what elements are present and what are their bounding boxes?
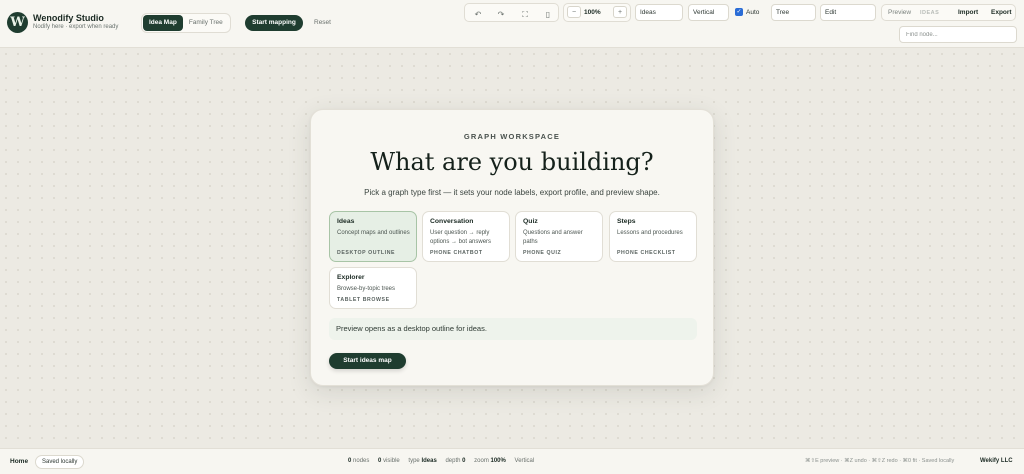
graph-option-steps[interactable]: Steps Lessons and procedures PHONE CHECK… xyxy=(609,211,697,262)
preview-button[interactable]: Preview xyxy=(888,9,911,16)
option-title: Quiz xyxy=(523,218,538,225)
history-tools: ↶ ↷ ⛶ ▯ xyxy=(464,3,559,22)
preview-export-group: Preview IDEAS Import Export xyxy=(881,4,1016,21)
mode-tabs: Idea Map Family Tree xyxy=(141,13,231,33)
option-tag: TABLET BROWSE xyxy=(337,297,390,303)
tab-family-tree[interactable]: Family Tree xyxy=(183,15,229,31)
saved-status-badge: Saved locally xyxy=(35,455,85,469)
option-description: Concept maps and outlines xyxy=(337,230,410,236)
preview-note: Preview opens as a desktop outline for i… xyxy=(329,318,697,340)
dialog-subtitle: Pick a graph type first — it sets your n… xyxy=(364,188,660,197)
import-button[interactable]: Import xyxy=(958,9,978,16)
start-mapping-button[interactable]: Start mapping xyxy=(245,15,303,31)
dialog-eyebrow: GRAPH WORKSPACE xyxy=(463,132,561,141)
nodes-label: nodes xyxy=(353,458,370,464)
graph-type-select[interactable]: Ideas xyxy=(635,4,683,21)
edit-mode-select[interactable]: Edit xyxy=(820,4,876,21)
graph-option-conversation[interactable]: Conversation User question → reply optio… xyxy=(422,211,510,262)
type-label: type xyxy=(408,458,420,464)
option-title: Ideas xyxy=(337,218,355,225)
option-description: User question → reply options → bot answ… xyxy=(430,230,492,245)
layout-select[interactable]: Tree xyxy=(771,4,816,21)
visible-label: visible xyxy=(383,458,400,464)
auto-layout-label: Auto xyxy=(746,9,760,16)
app-subtitle: Nodify here · export when ready xyxy=(33,24,119,30)
graph-option-quiz[interactable]: Quiz Questions and answer paths PHONE QU… xyxy=(515,211,603,262)
option-title: Conversation xyxy=(430,218,474,225)
option-description: Lessons and procedures xyxy=(617,230,683,236)
brand-label: Wekify LLC xyxy=(980,458,1013,464)
export-button[interactable]: Export xyxy=(991,9,1012,16)
zoom-out-icon[interactable]: − xyxy=(567,6,581,18)
option-title: Steps xyxy=(617,218,636,225)
graph-type-dialog: GRAPH WORKSPACE What are you building? P… xyxy=(310,109,714,386)
home-link[interactable]: Home xyxy=(10,458,28,465)
option-title: Explorer xyxy=(337,274,365,281)
visible-count: 0 xyxy=(378,458,382,464)
option-tag: PHONE QUIZ xyxy=(523,250,562,256)
option-tag: PHONE CHECKLIST xyxy=(617,250,676,256)
status-bar: Home Saved locally 0 nodes 0 visible typ… xyxy=(0,448,1024,474)
option-tag: PHONE CHATBOT xyxy=(430,250,483,256)
mobile-preview-icon[interactable]: ▯ xyxy=(539,8,557,22)
redo-icon[interactable]: ↷ xyxy=(492,8,510,22)
zoom-level: 100% xyxy=(584,9,601,16)
orientation-status: Vertical xyxy=(514,458,535,464)
auto-layout-checkbox[interactable]: ✓ xyxy=(735,8,743,16)
app-title: Wenodify Studio xyxy=(33,13,104,23)
orientation-select[interactable]: Vertical xyxy=(688,4,729,21)
option-description: Questions and answer paths xyxy=(523,230,583,245)
zoom-value: 100% xyxy=(490,458,506,464)
keyboard-hints: ⌘⇧E preview · ⌘Z undo · ⌘⇧Z redo · ⌘0 fi… xyxy=(805,458,955,464)
tab-idea-map[interactable]: Idea Map xyxy=(143,15,183,31)
undo-icon[interactable]: ↶ xyxy=(469,8,487,22)
zoom-label: zoom xyxy=(474,458,489,464)
reset-button[interactable]: Reset xyxy=(314,19,331,26)
preview-badge: IDEAS xyxy=(920,10,940,16)
app-logo: W xyxy=(7,12,28,33)
graph-stats: 0 nodes 0 visible type Ideas depth 0 zoo… xyxy=(348,458,541,464)
option-tag: DESKTOP OUTLINE xyxy=(337,250,396,256)
top-bar: W Wenodify Studio Nodify here · export w… xyxy=(0,0,1024,48)
graph-option-explorer[interactable]: Explorer Browse-by-topic trees TABLET BR… xyxy=(329,267,417,309)
fit-view-icon[interactable]: ⛶ xyxy=(516,8,534,22)
zoom-in-icon[interactable]: + xyxy=(613,6,627,18)
option-description: Browse-by-topic trees xyxy=(337,286,396,292)
graph-option-ideas[interactable]: Ideas Concept maps and outlines DESKTOP … xyxy=(329,211,417,262)
start-ideas-map-button[interactable]: Start ideas map xyxy=(329,353,406,369)
depth-value: 0 xyxy=(462,458,466,464)
find-node-input[interactable] xyxy=(899,26,1017,43)
dialog-headline: What are you building? xyxy=(370,148,654,176)
type-value: Ideas xyxy=(421,458,437,464)
nodes-count: 0 xyxy=(348,458,352,464)
depth-label: depth xyxy=(445,458,461,464)
